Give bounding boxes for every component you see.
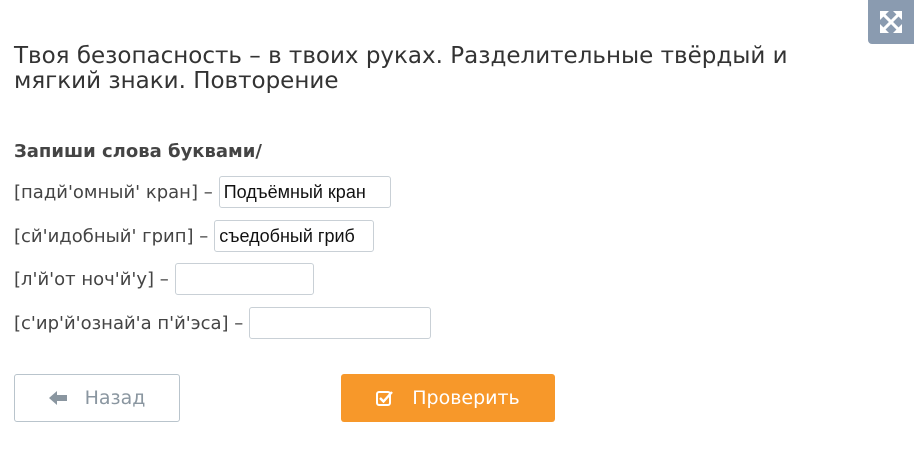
- transcription-label: [с'ир'й'ознай'а п'й'эса] –: [14, 312, 244, 334]
- transcription-label: [л'й'от ноч'й'у] –: [14, 268, 169, 290]
- arrow-left-icon: [48, 391, 67, 405]
- checkbox-check-icon: [376, 391, 394, 406]
- page-title: Твоя безопасность – в твоих руках. Разде…: [14, 43, 788, 94]
- check-button[interactable]: Проверить: [341, 374, 555, 422]
- expand-button[interactable]: [868, 0, 914, 44]
- back-button[interactable]: Назад: [14, 374, 180, 422]
- expand-arrows-icon: [879, 10, 903, 34]
- answer-input[interactable]: [249, 307, 432, 339]
- transcription-label: [падй'омный' кран] –: [14, 181, 213, 203]
- check-button-label: Проверить: [412, 387, 520, 409]
- answer-input[interactable]: [214, 220, 375, 252]
- task-instruction: Запиши слова буквами/: [14, 141, 262, 162]
- answer-input[interactable]: [218, 176, 391, 208]
- task-row: [с'ир'й'ознай'а п'й'эса] –: [14, 306, 432, 340]
- answer-input[interactable]: [174, 263, 314, 295]
- task-row: [л'й'от ноч'й'у] –: [14, 262, 314, 296]
- task-row: [падй'омный' кран] –: [14, 175, 391, 209]
- back-button-label: Назад: [84, 387, 146, 409]
- transcription-label: [сй'идобный' грип] –: [14, 225, 209, 247]
- task-row: [сй'идобный' грип] –: [14, 219, 375, 253]
